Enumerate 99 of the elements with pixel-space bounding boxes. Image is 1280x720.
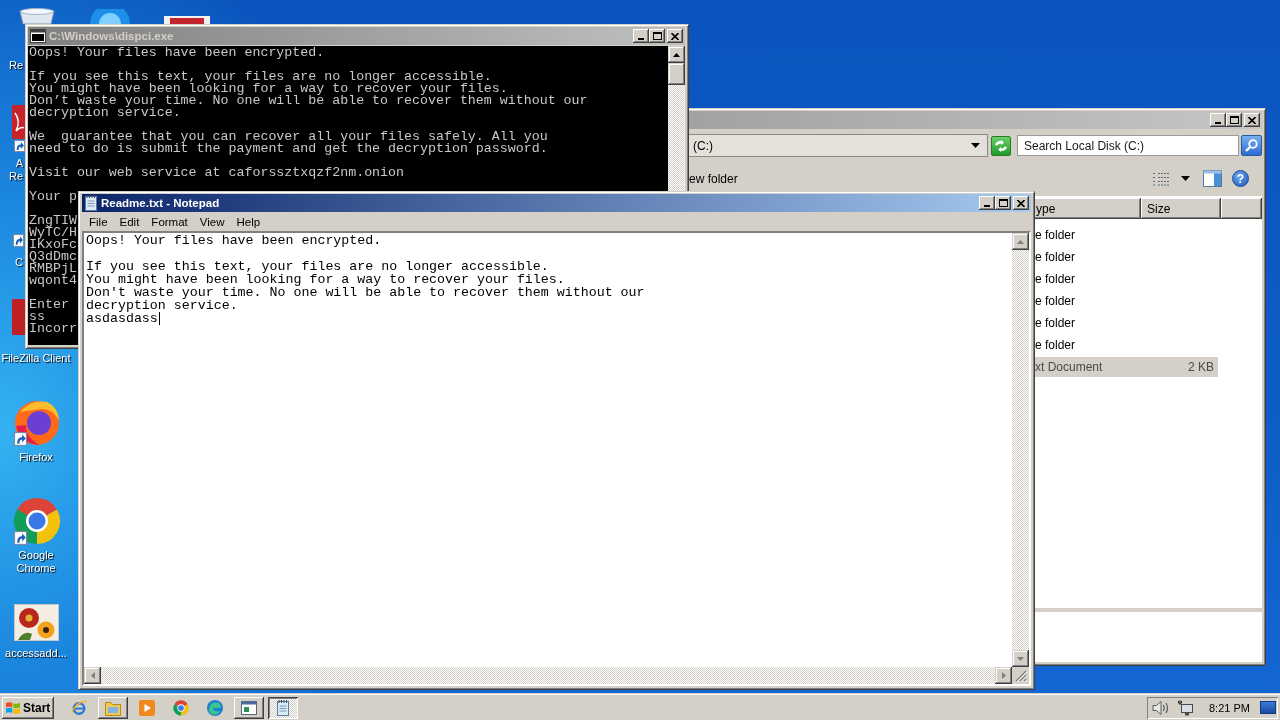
typed-text: asdasdass bbox=[86, 312, 158, 325]
file-row[interactable]: e folder bbox=[1034, 291, 1218, 311]
flower-picture[interactable] bbox=[14, 604, 59, 641]
dropdown-arrow-icon[interactable] bbox=[971, 143, 980, 148]
shortcut-arrow-icon bbox=[14, 140, 25, 152]
maximize-icon bbox=[652, 32, 662, 40]
segmented-circle-icon[interactable] bbox=[173, 699, 189, 716]
preview-pane-icon[interactable] bbox=[1203, 170, 1222, 187]
icon-label[interactable]: accessadd... bbox=[0, 647, 72, 660]
file-row[interactable]: e folder bbox=[1034, 269, 1218, 289]
refresh-button[interactable] bbox=[991, 135, 1011, 156]
scroll-up-button[interactable] bbox=[668, 46, 685, 63]
close-icon bbox=[1017, 199, 1025, 207]
folder-icon bbox=[105, 699, 121, 716]
console-text: Visit our web service at caforssztxqzf2nm.onion bbox=[29, 167, 405, 179]
start-button[interactable]: Start bbox=[2, 696, 54, 719]
file-row[interactable]: e folder bbox=[1034, 313, 1218, 333]
ring-orbit-icon[interactable] bbox=[71, 699, 87, 716]
document-text: If you see this text, your files are no longer accessible. You might have been looking for a way to recover your files. Don't waste your time. No one will be able to recover them without our decryption service. bbox=[86, 260, 645, 312]
column-header[interactable]: Size bbox=[1141, 198, 1221, 219]
search-field[interactable]: Search Local Disk (C:) bbox=[1017, 135, 1239, 156]
minimize-icon bbox=[638, 38, 644, 40]
close-button[interactable] bbox=[1244, 113, 1260, 127]
console-text: Enter ss Incorr bbox=[29, 299, 77, 335]
show-desktop-button[interactable] bbox=[1260, 701, 1276, 714]
scrollbar-thumb[interactable] bbox=[668, 63, 685, 85]
swirl-icon[interactable] bbox=[207, 699, 223, 716]
search-icon bbox=[1245, 139, 1258, 152]
taskbar-button[interactable] bbox=[268, 696, 298, 719]
window-icon bbox=[241, 699, 257, 716]
minimize-button[interactable] bbox=[979, 196, 995, 210]
console-text: We guarantee that you can recover all your files safely. All you need to do is submit the payment and get the decryption password. bbox=[29, 131, 548, 155]
taskbar-button[interactable] bbox=[234, 696, 264, 719]
scroll-up-button[interactable] bbox=[1012, 233, 1029, 250]
up-arrow-icon bbox=[673, 52, 680, 57]
notepad-icon[interactable] bbox=[84, 195, 98, 211]
file-row[interactable]: e folder bbox=[1034, 247, 1218, 267]
minimize-icon bbox=[1215, 122, 1221, 124]
document-text: Oops! Your files have been encrypted. bbox=[86, 234, 382, 247]
notepad-icon bbox=[275, 699, 291, 716]
network-icon[interactable] bbox=[1177, 699, 1193, 716]
file-row[interactable]: xt Document 2 KB bbox=[1034, 357, 1218, 377]
round-app-icon[interactable] bbox=[90, 9, 130, 24]
scroll-left-button[interactable] bbox=[84, 667, 101, 684]
icon-label[interactable]: A Re bbox=[9, 157, 24, 183]
minimize-button[interactable] bbox=[1210, 113, 1226, 127]
column-header[interactable]: ype bbox=[1034, 198, 1141, 219]
address-bar[interactable]: (C:) bbox=[688, 134, 988, 157]
maximize-button[interactable] bbox=[649, 29, 665, 43]
console-text: Your p bbox=[29, 191, 77, 203]
scrollbar[interactable] bbox=[84, 667, 1012, 684]
close-icon bbox=[671, 32, 679, 40]
menu-item[interactable]: View bbox=[193, 213, 231, 230]
maximize-icon bbox=[1229, 116, 1239, 124]
console-text: If you see this text, your files are no longer accessible. You might have been looking for a way to recover your files. Don’t waste your time. No one will be able to recover them without our decryption service. bbox=[29, 71, 588, 119]
maximize-icon bbox=[998, 199, 1008, 207]
segmented-circle-icon[interactable] bbox=[13, 497, 61, 545]
scrollbar[interactable] bbox=[1012, 233, 1029, 667]
file-row[interactable]: e folder bbox=[1034, 225, 1218, 245]
flame-globe-icon[interactable] bbox=[14, 398, 60, 446]
column-header[interactable] bbox=[1221, 198, 1262, 219]
close-button[interactable] bbox=[1013, 196, 1029, 210]
shortcut-arrow-icon bbox=[14, 531, 27, 545]
file-row[interactable]: e folder bbox=[1034, 335, 1218, 355]
speaker-icon[interactable] bbox=[1152, 699, 1170, 716]
document-icon[interactable] bbox=[12, 105, 25, 139]
maximize-button[interactable] bbox=[1226, 113, 1242, 127]
flag-icon bbox=[5, 700, 21, 715]
taskbar-button[interactable] bbox=[98, 696, 128, 719]
menu-item[interactable]: File bbox=[83, 213, 114, 230]
window-title: C:\Windows\dispci.exe bbox=[49, 30, 174, 42]
menu-item[interactable]: Format bbox=[145, 213, 194, 230]
console-text: ZngTIW WyTC/H IKxoFc Q3dDmc RMBPjL wqont4 bbox=[29, 215, 77, 287]
scroll-down-button[interactable] bbox=[1012, 650, 1029, 667]
app-tile-icon[interactable] bbox=[12, 299, 25, 335]
refresh-icon bbox=[994, 139, 1008, 152]
shortcut-arrow-icon bbox=[14, 432, 27, 446]
maximize-button[interactable] bbox=[995, 196, 1011, 210]
minimize-button[interactable] bbox=[633, 29, 649, 43]
menu-item[interactable]: Edit bbox=[113, 213, 146, 230]
search-button[interactable] bbox=[1241, 135, 1262, 156]
window-title: Readme.txt - Notepad bbox=[101, 197, 220, 209]
console-text: Oops! Your files have been encrypted. bbox=[29, 47, 325, 59]
shortcut-arrow-icon bbox=[13, 234, 24, 247]
dropdown-arrow-icon[interactable] bbox=[1181, 176, 1190, 181]
trash-bin-icon[interactable] bbox=[18, 8, 56, 24]
icon-label[interactable]: Re bbox=[9, 59, 24, 72]
text-cursor bbox=[158, 312, 160, 325]
app-tile-icon[interactable] bbox=[164, 16, 210, 24]
close-icon bbox=[1248, 116, 1256, 124]
size-grip-icon[interactable] bbox=[1015, 670, 1027, 682]
list-view-icon[interactable] bbox=[1153, 171, 1169, 186]
window-icon[interactable] bbox=[30, 29, 46, 43]
close-button[interactable] bbox=[667, 29, 683, 43]
menu-item[interactable]: Help bbox=[230, 213, 267, 230]
scroll-right-button[interactable] bbox=[995, 667, 1012, 684]
minimize-icon bbox=[984, 205, 990, 207]
toolbar-button[interactable]: ew folder bbox=[689, 171, 738, 186]
clock-time[interactable]: 8:21 PM bbox=[1209, 701, 1250, 714]
